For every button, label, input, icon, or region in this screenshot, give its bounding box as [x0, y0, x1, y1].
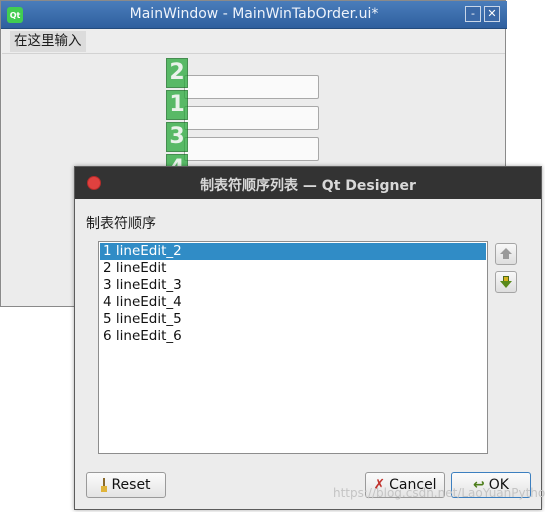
move-down-button[interactable] [495, 271, 517, 293]
list-item[interactable]: 2 lineEdit [100, 260, 486, 277]
arrow-down-icon [500, 281, 512, 288]
list-item[interactable]: 6 lineEdit_6 [100, 328, 486, 345]
minimize-button[interactable]: - [465, 6, 481, 22]
form-line-edit[interactable] [184, 75, 319, 99]
main-window-title: MainWindow - MainWinTabOrder.ui* [129, 6, 379, 22]
tab-order-label: 制表符顺序 [86, 216, 156, 232]
main-window-titlebar[interactable]: Qt MainWindow - MainWinTabOrder.ui* - ✕ [1, 1, 507, 29]
reset-button[interactable]: Reset [86, 472, 166, 498]
watermark: https://blog.csdn.net/LaoYuanPython [333, 486, 545, 500]
menubar: 在这里输入 [2, 29, 505, 54]
menu-item-type-here[interactable]: 在这里输入 [10, 31, 86, 52]
list-item[interactable]: 3 lineEdit_3 [100, 277, 486, 294]
close-button[interactable]: ✕ [484, 6, 500, 22]
form-line-edit[interactable] [184, 106, 319, 130]
list-item[interactable]: 5 lineEdit_5 [100, 311, 486, 328]
reset-button-label: Reset [111, 477, 151, 493]
tab-order-badge[interactable]: 3 [166, 122, 188, 152]
tab-order-dialog: 制表符顺序列表 — Qt Designer 制表符顺序 1 lineEdit_2… [74, 166, 542, 510]
move-up-button[interactable] [495, 243, 517, 265]
broom-icon [101, 478, 108, 492]
dialog-titlebar[interactable]: 制表符顺序列表 — Qt Designer [75, 167, 541, 199]
form-line-edit[interactable] [184, 137, 319, 161]
list-item[interactable]: 1 lineEdit_2 [100, 243, 486, 260]
dialog-title: 制表符顺序列表 — Qt Designer [200, 178, 416, 194]
tab-order-list[interactable]: 1 lineEdit_2 2 lineEdit 3 lineEdit_3 4 l… [98, 241, 488, 454]
tab-order-badge[interactable]: 2 [166, 58, 188, 88]
list-item[interactable]: 4 lineEdit_4 [100, 294, 486, 311]
tab-order-badge[interactable]: 1 [166, 90, 188, 120]
